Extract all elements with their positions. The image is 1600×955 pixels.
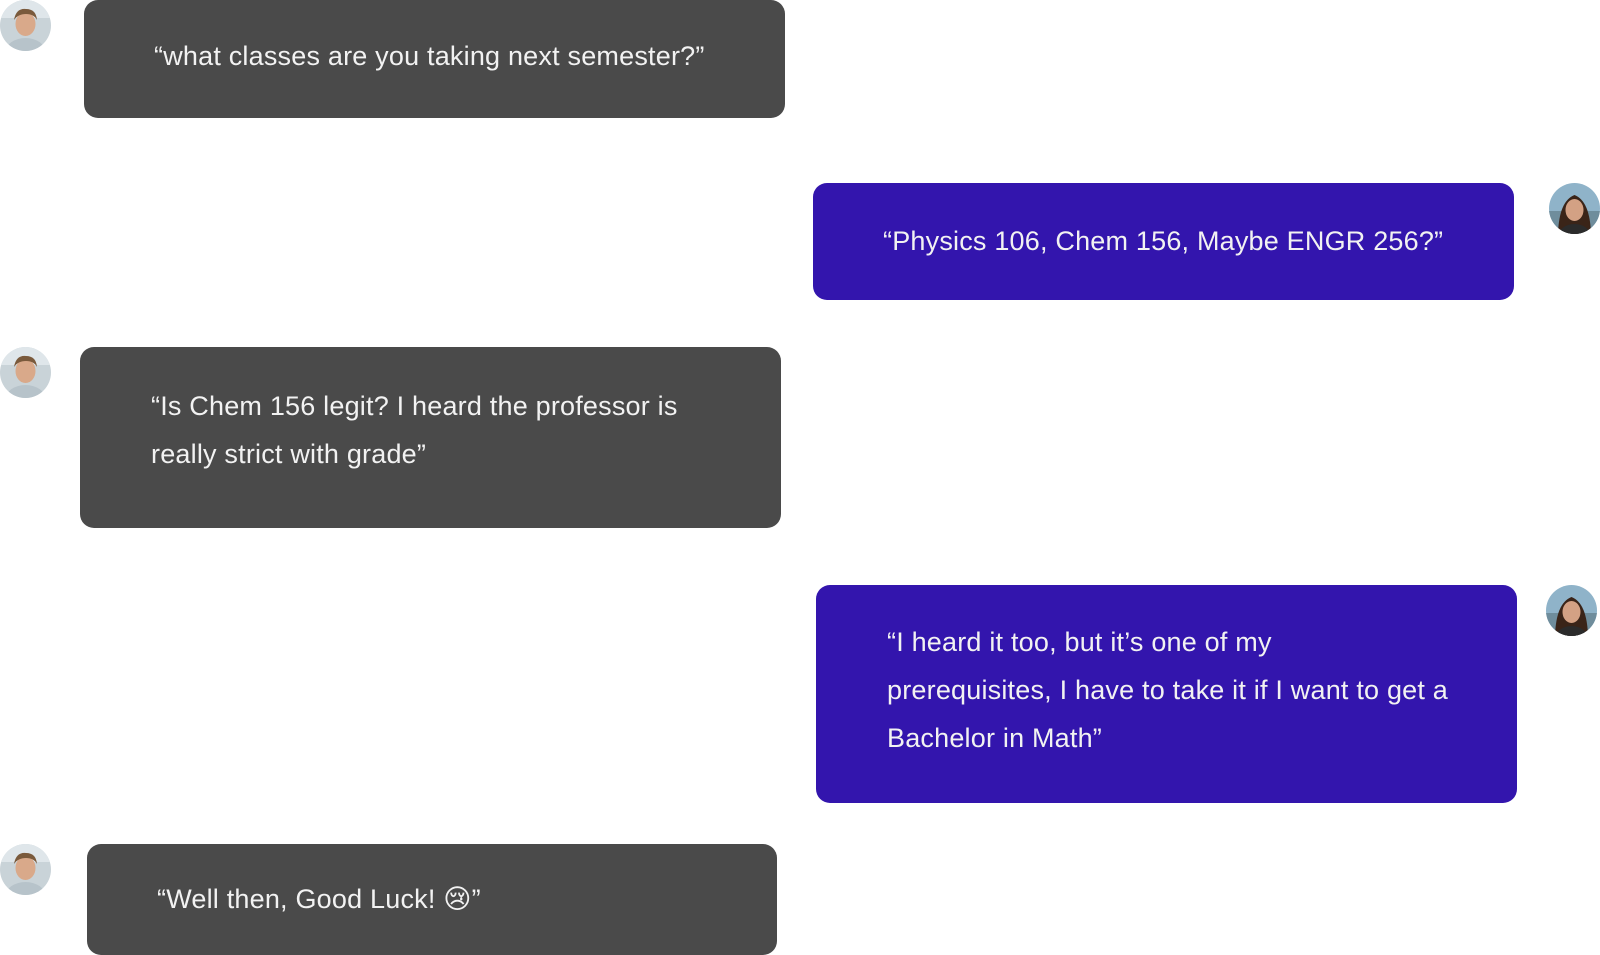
avatar-other[interactable] xyxy=(0,0,51,51)
message-bubble-self: “Physics 106, Chem 156, Maybe ENGR 256?” xyxy=(813,183,1514,300)
female-user-avatar-icon xyxy=(1546,585,1597,636)
male-user-avatar-icon xyxy=(0,347,51,398)
avatar-self[interactable] xyxy=(1549,183,1600,234)
message-bubble-other: “what classes are you taking next semest… xyxy=(84,0,785,118)
message-bubble-other: “Well then, Good Luck! 😢” xyxy=(87,844,777,955)
avatar-self[interactable] xyxy=(1546,585,1597,636)
avatar-other[interactable] xyxy=(0,844,51,895)
male-user-avatar-icon xyxy=(0,0,51,51)
avatar-other[interactable] xyxy=(0,347,51,398)
male-user-avatar-icon xyxy=(0,844,51,895)
message-text: “Well then, Good Luck! 😢” xyxy=(157,884,481,914)
female-user-avatar-icon xyxy=(1549,183,1600,234)
message-bubble-self: “I heard it too, but it’s one of my prer… xyxy=(816,585,1517,803)
message-text: “Physics 106, Chem 156, Maybe ENGR 256?” xyxy=(883,226,1444,256)
message-text: “what classes are you taking next semest… xyxy=(154,41,705,71)
message-text: “Is Chem 156 legit? I heard the professo… xyxy=(151,391,678,469)
message-bubble-other: “Is Chem 156 legit? I heard the professo… xyxy=(80,347,781,528)
message-text: “I heard it too, but it’s one of my prer… xyxy=(887,627,1448,753)
